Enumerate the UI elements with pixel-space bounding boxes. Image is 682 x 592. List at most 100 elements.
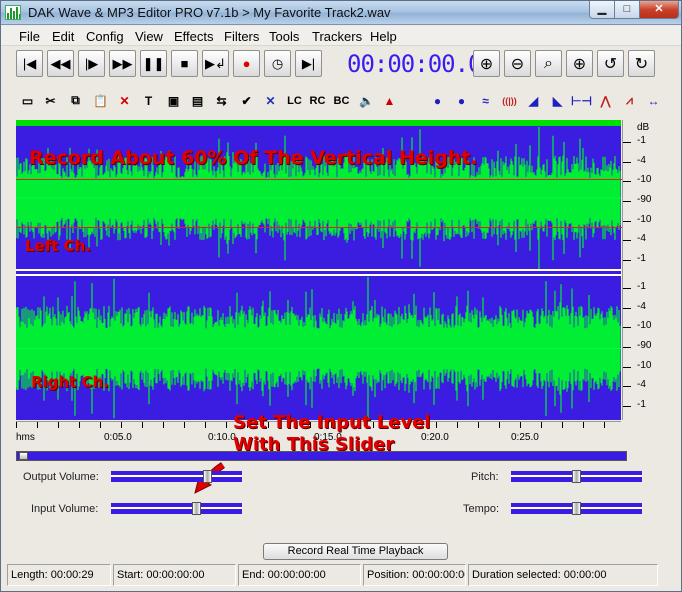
title-bar[interactable]: DAK Wave & MP3 Editor PRO v7.1b > My Fav…	[1, 1, 681, 25]
redo-button[interactable]: ↻	[628, 50, 655, 77]
cut-icon[interactable]: ✂	[39, 89, 62, 112]
pitch-slider[interactable]	[511, 470, 642, 483]
chart-icon[interactable]: ⩘	[618, 89, 641, 112]
record-button[interactable]: ●	[233, 50, 260, 77]
timeline-tick	[499, 422, 500, 428]
menu-config[interactable]: Config	[86, 29, 124, 44]
menu-trackers[interactable]: Trackers	[312, 29, 362, 44]
output-volume-slider[interactable]	[111, 470, 242, 483]
timeline-tick	[163, 422, 164, 428]
expand-icon[interactable]: ↔	[642, 89, 665, 112]
record-height-annotation: Record About 60% Of The Vertical Height.	[29, 147, 478, 169]
status-start: Start: 00:00:00:00	[113, 564, 236, 586]
timeline-tick	[121, 422, 122, 428]
zoom-out-button[interactable]: ⊖	[504, 50, 531, 77]
app-window: DAK Wave & MP3 Editor PRO v7.1b > My Fav…	[0, 0, 682, 592]
stretch-icon[interactable]: ⊢⊣	[570, 89, 593, 112]
marker-icon[interactable]: ▲	[378, 89, 401, 112]
db-label: -1	[637, 399, 646, 411]
tempo-slider[interactable]	[511, 502, 642, 515]
menu-filters[interactable]: Filters	[224, 29, 259, 44]
timeline-label: 0:05.0	[104, 432, 132, 443]
menu-view[interactable]: View	[135, 29, 163, 44]
play-button[interactable]: |▶	[78, 50, 105, 77]
record-real-time-playback-button[interactable]: Record Real Time Playback	[263, 543, 448, 560]
undo-button[interactable]: ↺	[597, 50, 624, 77]
db-tick	[623, 366, 631, 368]
left-channel-label: Left Ch.	[25, 237, 92, 255]
timeline-tick	[226, 422, 227, 428]
speaker-icon[interactable]: 🔈	[355, 89, 378, 112]
blue-dot-2-icon[interactable]: ●	[450, 89, 473, 112]
scrollbar-thumb[interactable]	[19, 452, 28, 460]
timeline-tick	[58, 422, 59, 428]
lc-button[interactable]: LC	[283, 89, 306, 112]
horizontal-scrollbar[interactable]	[16, 451, 627, 461]
stop-button[interactable]: ■	[171, 50, 198, 77]
timeline-tick	[478, 422, 479, 428]
skip-to-end-button[interactable]: ▶|	[295, 50, 322, 77]
play-loop-button[interactable]: ▶↲	[202, 50, 229, 77]
copy-icon[interactable]: ⧉	[64, 89, 87, 112]
rewind-button[interactable]: ◀◀	[47, 50, 74, 77]
level-guide-top	[16, 179, 634, 180]
save-as-icon[interactable]: ▤	[186, 89, 209, 112]
timeline-tick	[79, 422, 80, 428]
db-label: -1	[637, 280, 646, 292]
new-file-icon[interactable]: ▭	[16, 89, 39, 112]
zoom-fit-button[interactable]: ⌕	[535, 50, 562, 77]
zoom-in-button[interactable]: ⊕	[473, 50, 500, 77]
timeline-tick	[436, 422, 437, 428]
input-volume-slider[interactable]	[111, 502, 242, 515]
rc-button[interactable]: RC	[306, 89, 329, 112]
blue-dot-icon[interactable]: ●	[426, 89, 449, 112]
timeline-tick	[16, 422, 17, 428]
timer-button[interactable]: ◷	[264, 50, 291, 77]
fade-out-icon[interactable]: ◣	[546, 89, 569, 112]
menu-effects[interactable]: Effects	[174, 29, 214, 44]
skip-to-start-button[interactable]: |◀	[16, 50, 43, 77]
menu-file[interactable]: File	[19, 29, 40, 44]
db-label: -90	[637, 340, 652, 351]
input-volume-thumb[interactable]	[191, 502, 201, 515]
pitch-thumb[interactable]	[572, 470, 581, 483]
right-channel-waveform[interactable]	[16, 277, 621, 420]
timeline-tick	[100, 422, 101, 428]
swap-icon[interactable]: ⇆	[210, 89, 233, 112]
level-guide-bottom	[16, 227, 634, 228]
delete-icon[interactable]: ✕	[113, 89, 136, 112]
timeline-tick	[205, 422, 206, 428]
menu-help[interactable]: Help	[370, 29, 397, 44]
output-volume-label: Output Volume:	[23, 471, 99, 483]
envelope-icon[interactable]: ⋀	[594, 89, 617, 112]
cross-icon[interactable]: ✕	[259, 89, 282, 112]
zoom-selection-button[interactable]: ⊕	[566, 50, 593, 77]
timeline-label: 0:25.0	[511, 432, 539, 443]
pause-button[interactable]: ❚❚	[140, 50, 167, 77]
paste-icon[interactable]: 📋	[89, 89, 112, 112]
output-volume-thumb[interactable]	[202, 470, 212, 483]
close-button[interactable]: ✕	[639, 1, 679, 19]
app-icon[interactable]	[5, 5, 21, 20]
minimize-button[interactable]: ▁	[589, 1, 615, 19]
bc-button[interactable]: BC	[330, 89, 353, 112]
tempo-thumb[interactable]	[572, 502, 581, 515]
db-tick	[623, 386, 631, 388]
timeline-tick	[562, 422, 563, 428]
trim-icon[interactable]: T	[137, 89, 160, 112]
timeline-tick	[37, 422, 38, 428]
fast-forward-button[interactable]: ▶▶	[109, 50, 136, 77]
selection-bar[interactable]	[16, 120, 621, 126]
db-scale: dB -1 -4 -10 -90 -10 -4 -1 -1 -4 -10 -90 -10 -4 -1	[622, 120, 662, 420]
noise-icon[interactable]: ≈	[474, 89, 497, 112]
menu-tools[interactable]: Tools	[269, 29, 299, 44]
check-icon[interactable]: ✔	[235, 89, 258, 112]
fade-in-icon[interactable]: ◢	[522, 89, 545, 112]
db-tick	[623, 181, 631, 183]
maximize-button[interactable]: □	[614, 1, 640, 19]
save-icon[interactable]: ▣	[162, 89, 185, 112]
timeline-tick	[541, 422, 542, 428]
menu-edit[interactable]: Edit	[52, 29, 74, 44]
echo-icon[interactable]: ((|))	[498, 89, 521, 112]
db-tick	[623, 260, 631, 262]
